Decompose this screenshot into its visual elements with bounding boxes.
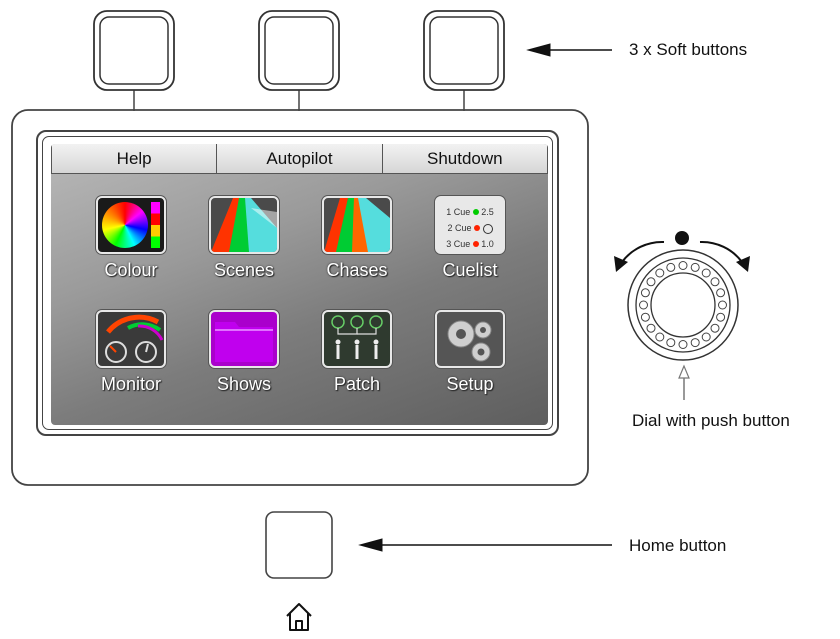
monitor-gauges-icon	[96, 310, 166, 368]
dial-knurl-bead	[646, 323, 656, 333]
dial-knurl-bead	[716, 288, 726, 298]
app-scenes[interactable]: Scenes	[194, 196, 294, 288]
dial-knurl-bead	[710, 323, 720, 333]
dial-knurl-bead	[678, 340, 688, 349]
dial-knurl-bead	[690, 262, 700, 272]
cuelist-icon: 1 Cue 2.5 2 Cue 3 Cue 1.0	[435, 196, 505, 254]
home-button-label: Home button	[629, 536, 727, 555]
app-colour[interactable]: Colour	[81, 196, 181, 288]
app-label: Shows	[216, 374, 272, 394]
tab-help[interactable]: Help	[51, 144, 218, 174]
dial-knurl-bead	[640, 312, 650, 322]
colour-wheel-icon	[96, 196, 166, 254]
scenes-beams-icon	[209, 196, 279, 254]
dial-knurl-bead	[701, 332, 711, 342]
patch-fixtures-icon	[322, 310, 392, 368]
dial-with-push-button[interactable]	[614, 231, 750, 361]
app-cuelist[interactable]: 1 Cue 2.5 2 Cue 3 Cue 1.0 Cuelist	[420, 196, 520, 288]
app-label: Scenes	[213, 260, 275, 280]
soft-button-2[interactable]	[258, 10, 340, 91]
dial-knurl-bead	[701, 268, 711, 278]
app-label: Setup	[446, 374, 494, 394]
cuelist-row: 3 Cue 1.0	[446, 239, 494, 249]
app-patch[interactable]: Patch	[307, 310, 407, 402]
home-icon	[286, 603, 312, 631]
dial-label: Dial with push button	[632, 411, 790, 430]
dial-knurl-bead	[716, 312, 726, 322]
home-button[interactable]	[265, 511, 333, 579]
soft-buttons-arrow	[526, 43, 612, 57]
app-shows[interactable]: Shows	[194, 310, 294, 402]
tab-autopilot[interactable]: Autopilot	[217, 144, 383, 174]
chases-beams-icon	[322, 196, 392, 254]
dial-knurl-bead	[655, 332, 665, 342]
app-label: Cuelist	[442, 260, 498, 280]
app-label: Chases	[326, 260, 388, 280]
screen-tab-bar: Help Autopilot Shutdown	[51, 144, 548, 176]
soft-button-1[interactable]	[93, 10, 175, 91]
home-button-arrow	[358, 538, 612, 552]
app-label: Monitor	[100, 374, 162, 394]
dial-knurl-bead	[678, 261, 688, 270]
app-monitor[interactable]: Monitor	[81, 310, 181, 402]
dial-knurl-bead	[640, 288, 650, 298]
app-chases[interactable]: Chases	[307, 196, 407, 288]
dial-arrow	[678, 364, 690, 400]
touch-screen: Help Autopilot Shutdown Colour Scenes Ch…	[51, 144, 548, 425]
folder-icon	[209, 310, 279, 368]
dial-knurl-bead	[655, 268, 665, 278]
dial-knurl-bead	[646, 277, 656, 287]
tab-shutdown[interactable]: Shutdown	[382, 144, 548, 174]
cuelist-row: 2 Cue	[439, 220, 501, 236]
dial-knurl-bead	[666, 338, 676, 348]
soft-button-3[interactable]	[423, 10, 505, 91]
app-label: Patch	[333, 374, 381, 394]
dial-knurl-bead	[710, 277, 720, 287]
dial-knurl-bead	[666, 262, 676, 272]
cuelist-row: 1 Cue 2.5	[446, 207, 494, 217]
dial-knurl-bead	[639, 300, 648, 310]
app-label: Colour	[104, 260, 158, 280]
app-setup[interactable]: Setup	[420, 310, 520, 402]
dial-knurl-bead	[718, 300, 727, 310]
gears-icon	[435, 310, 505, 368]
soft-buttons-label: 3 x Soft buttons	[629, 40, 748, 59]
dial-knurl-bead	[690, 338, 700, 348]
